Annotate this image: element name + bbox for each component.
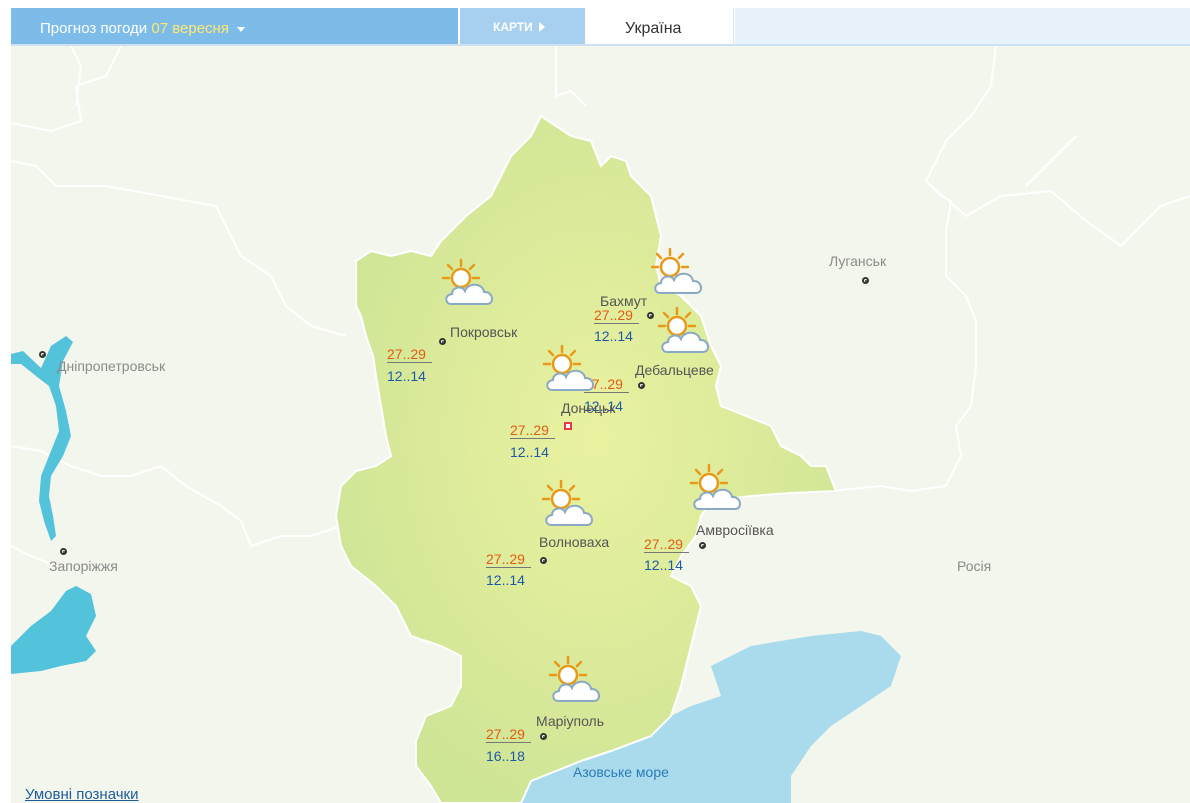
temp-night: 12..14 [644,557,683,573]
maps-tab[interactable]: КАРТИ [460,8,585,44]
legend-link[interactable]: Умовні позначки [25,786,139,803]
city-name-pokrovsk[interactable]: Покровськ [450,324,517,340]
temp-night: 12..14 [510,444,549,460]
city-marker[interactable] [60,548,67,555]
partly-cloudy-icon[interactable] [657,306,715,358]
city-name-luhansk[interactable]: Луганськ [829,253,886,269]
temp-day: 27..29 [387,346,432,363]
city-marker[interactable] [647,312,654,319]
forecast-label: Прогноз погоди [40,20,148,37]
temp-day: 27..29 [644,536,689,553]
city-name-amvrosiivka[interactable]: Амвросіївка [696,522,774,538]
chevron-down-icon [237,26,246,32]
partly-cloudy-icon[interactable] [541,479,599,531]
temp-day: 27..29 [486,551,531,568]
country-label-russia: Росія [957,558,992,574]
partly-cloudy-icon[interactable] [689,463,747,515]
header-filler [735,8,1190,44]
temp-night: 16..18 [486,748,525,764]
top-bar: Прогноз погоди 07 вересня КАРТИ Україна [11,8,1190,46]
maps-label-group: КАРТИ [493,20,546,34]
temp-day: 27..29 [594,307,639,324]
city-name-dnipropetrovsk[interactable]: Дніпропетровськ [57,358,165,374]
forecast-label-group: Прогноз погоди 07 вересня [40,20,246,37]
city-name-mariupol[interactable]: Маріуполь [536,713,604,729]
country-tab-label: Україна [625,20,682,37]
city-marker[interactable] [862,277,869,284]
city-marker[interactable] [638,382,645,389]
temp-day: 27..29 [486,726,531,743]
maps-label: КАРТИ [493,20,533,34]
temp-night: 12..14 [387,368,426,384]
country-tab[interactable]: Україна [586,8,734,44]
river-dnipro [11,336,96,674]
city-name-zaporizhzhia[interactable]: Запоріжжя [49,558,118,574]
arrow-right-icon [539,22,546,32]
city-name-donetsk[interactable]: Донецьк [561,400,615,416]
city-marker[interactable] [540,557,547,564]
temp-night: 12..14 [594,328,633,344]
weather-map: Дніпропетровськ Запоріжжя Луганськ Росія… [11,46,1190,803]
city-name-volnovakha[interactable]: Волноваха [539,534,609,550]
city-marker[interactable] [39,351,46,358]
partly-cloudy-icon[interactable] [548,655,606,707]
city-marker[interactable] [439,338,446,345]
forecast-date: 07 вересня [151,20,229,37]
partly-cloudy-icon[interactable] [542,344,600,396]
forecast-date-selector[interactable]: Прогноз погоди 07 вересня [11,8,458,44]
partly-cloudy-icon[interactable] [650,247,708,299]
city-marker[interactable] [540,733,547,740]
city-name-debaltseve[interactable]: Дебальцеве [635,362,714,378]
partly-cloudy-icon[interactable] [441,258,499,310]
city-marker[interactable] [699,542,706,549]
temp-day: 27..29 [510,422,555,439]
temp-night: 12..14 [486,572,525,588]
sea-label: Азовське море [573,764,669,780]
capital-marker[interactable] [564,422,572,430]
